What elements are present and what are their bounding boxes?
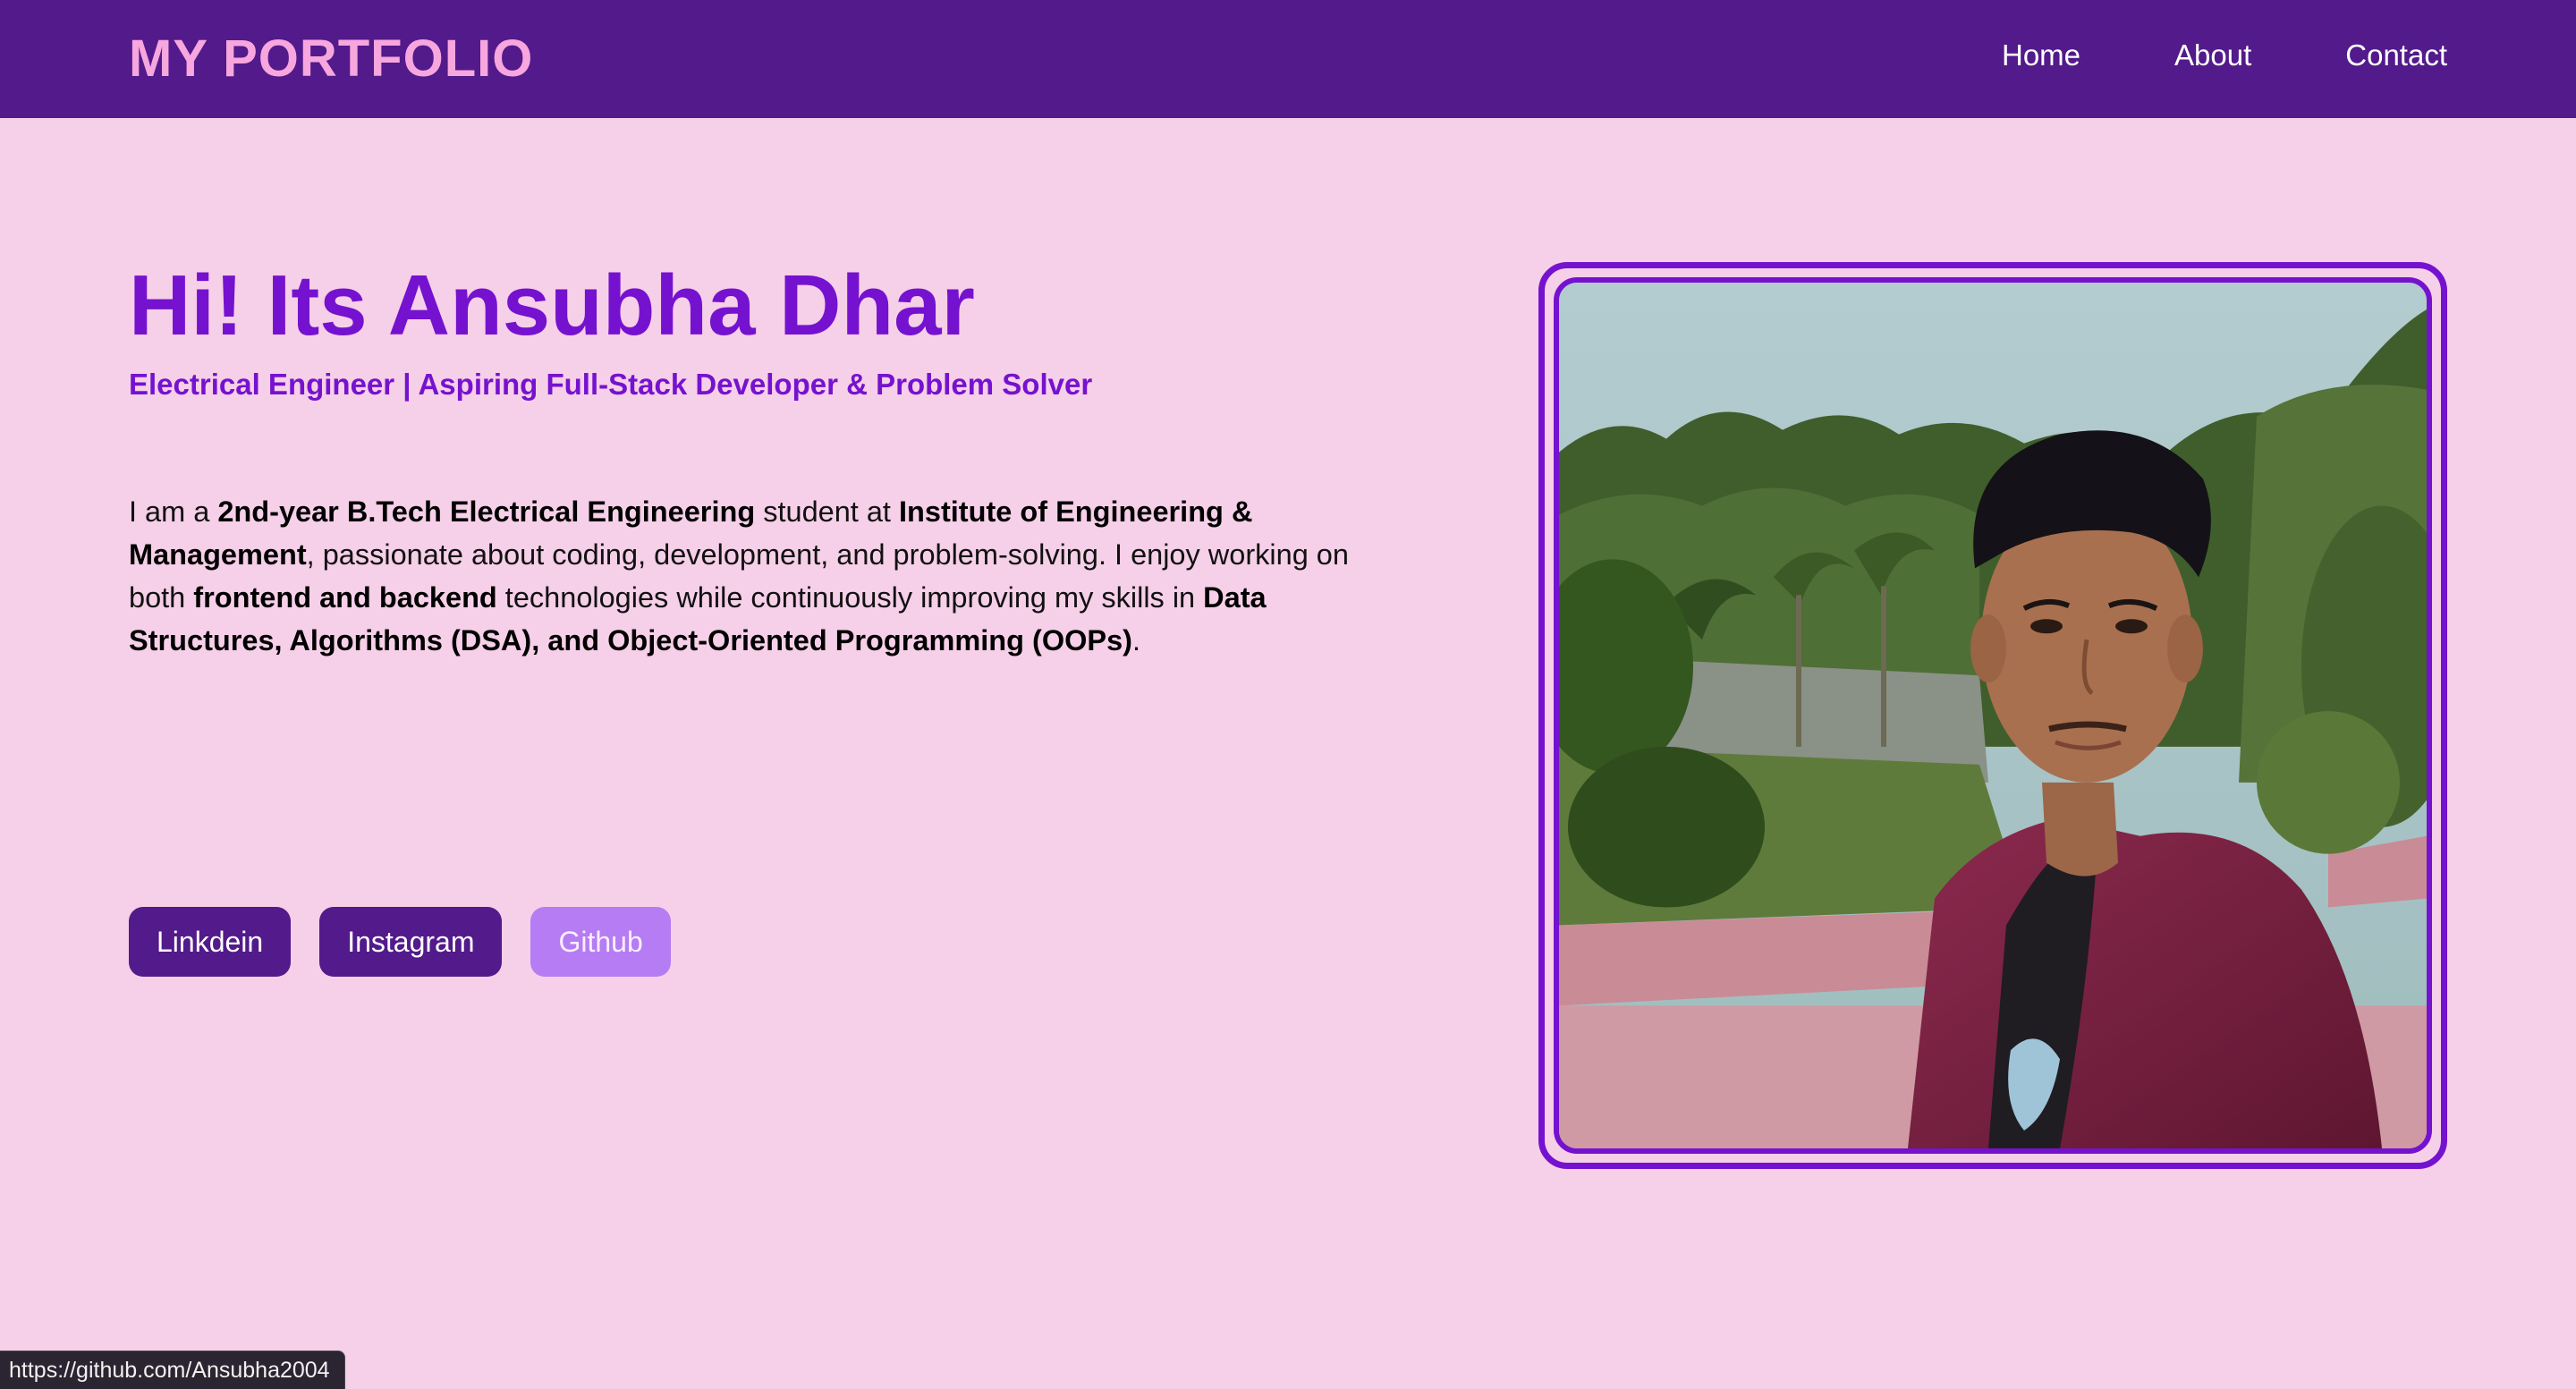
profile-photo-illustration — [1559, 283, 2427, 1148]
bio-text: . — [1131, 624, 1141, 656]
bio-highlight: frontend and backend — [193, 581, 497, 614]
profile-photo — [1554, 277, 2432, 1154]
nav-about-link[interactable]: About — [2174, 34, 2251, 77]
brand-logo[interactable]: MY PORTFOLIO — [129, 25, 533, 93]
bio-highlight: 2nd-year B.Tech Electrical Engineering — [217, 495, 756, 528]
github-button[interactable]: Github — [530, 907, 671, 977]
nav-home-link[interactable]: Home — [2002, 34, 2080, 77]
bio-paragraph: I am a 2nd-year B.Tech Electrical Engine… — [129, 490, 1399, 662]
bio-text: technologies while continuously improvin… — [496, 581, 1204, 614]
hero-subtitle: Electrical Engineer | Aspiring Full-Stac… — [129, 368, 1093, 401]
bio-text: I am a — [129, 495, 218, 528]
bio-text: student at — [755, 495, 899, 528]
instagram-button[interactable]: Instagram — [319, 907, 503, 977]
nav-links: Home About Contact — [2002, 34, 2447, 77]
status-bar-url: https://github.com/Ansubha2004 — [0, 1351, 345, 1389]
navbar: MY PORTFOLIO Home About Contact — [0, 0, 2576, 118]
linkedin-button[interactable]: Linkdein — [129, 907, 292, 977]
profile-photo-frame — [1538, 262, 2447, 1169]
nav-contact-link[interactable]: Contact — [2345, 34, 2447, 77]
hero-title: Hi! Its Ansubha Dhar — [129, 258, 975, 353]
social-buttons: Linkdein Instagram Github — [129, 907, 671, 977]
